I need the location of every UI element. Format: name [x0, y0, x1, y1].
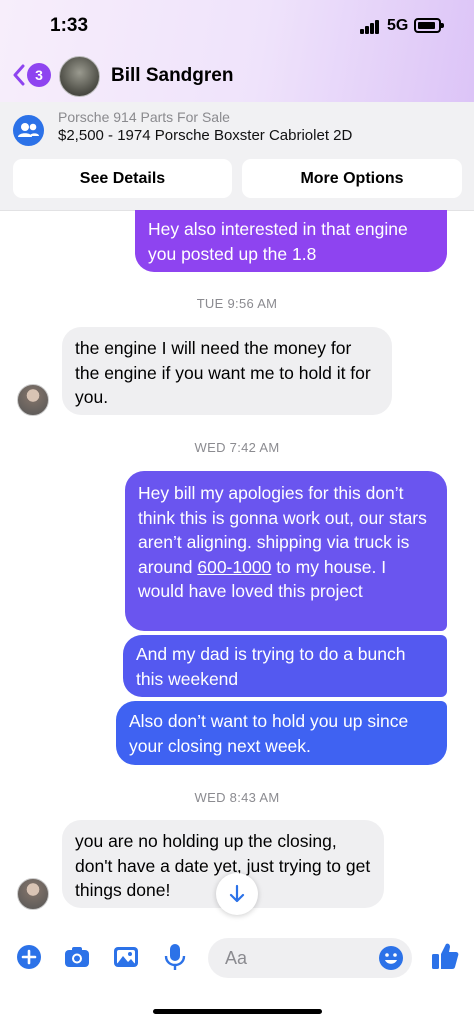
listing-price-title: $2,500 - 1974 Porsche Boxster Cabriolet …	[58, 127, 353, 144]
see-details-button[interactable]: See Details	[13, 159, 232, 198]
message-input-placeholder: Aa	[225, 948, 248, 968]
group-icon	[13, 115, 44, 146]
status-time: 1:33	[50, 15, 89, 36]
unread-badge: 3	[27, 63, 51, 87]
camera-icon[interactable]	[63, 943, 91, 971]
network-label: 5G	[387, 17, 409, 34]
battery-icon	[414, 18, 444, 33]
timestamp: WED 8:43 AM	[194, 790, 280, 805]
back-button[interactable]: 3	[12, 62, 52, 88]
timestamp: TUE 9:56 AM	[196, 296, 278, 311]
more-options-button[interactable]: More Options	[242, 159, 462, 198]
price-link[interactable]: 600-1000	[197, 557, 271, 577]
message-outgoing[interactable]: Hey bill my apologies for this don’t thi…	[125, 471, 447, 631]
signal-icon	[360, 20, 380, 34]
scroll-down-button[interactable]	[216, 873, 258, 915]
sender-avatar	[17, 878, 49, 910]
composer-bar: Aa	[0, 925, 474, 1025]
back-chevron-icon	[13, 64, 25, 86]
thumbs-up-icon[interactable]	[431, 941, 459, 969]
scroll-down-arrow-icon	[229, 884, 245, 903]
home-indicator	[153, 1009, 322, 1014]
listing-title: Porsche 914 Parts For Sale	[58, 109, 230, 125]
status-bar: 1:33 5G	[0, 0, 474, 52]
microphone-icon[interactable]	[161, 943, 189, 971]
message-incoming[interactable]: the engine I will need the money for the…	[62, 327, 392, 415]
plus-icon[interactable]	[15, 943, 43, 971]
emoji-icon[interactable]	[378, 945, 404, 971]
image-icon[interactable]	[112, 943, 140, 971]
conversation-header: 3 Bill Sandgren	[0, 52, 474, 102]
marketplace-listing-banner: Porsche 914 Parts For Sale $2,500 - 1974…	[0, 102, 474, 211]
message-input[interactable]: Aa	[208, 938, 412, 978]
message-outgoing[interactable]: Also don’t want to hold you up since you…	[116, 701, 447, 765]
timestamp: WED 7:42 AM	[194, 440, 280, 455]
message-outgoing[interactable]: Hey also interested in that engine you p…	[135, 210, 447, 272]
contact-name[interactable]: Bill Sandgren	[111, 65, 233, 87]
sender-avatar	[17, 384, 49, 416]
message-outgoing[interactable]: And my dad is trying to do a bunch this …	[123, 635, 447, 697]
contact-avatar[interactable]	[59, 56, 100, 97]
